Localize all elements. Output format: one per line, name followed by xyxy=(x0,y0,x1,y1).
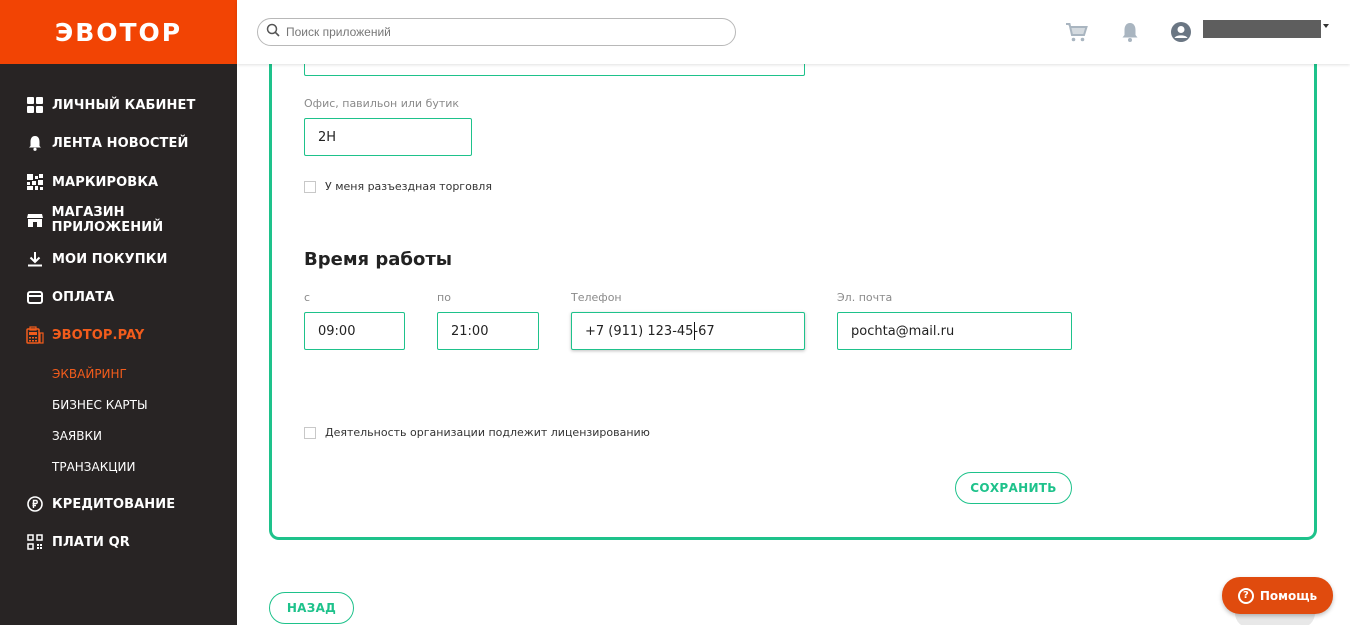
sidebar-item-credit[interactable]: КРЕДИТОВАНИЕ xyxy=(26,493,175,515)
mobile-trade-label: У меня разъездная торговля xyxy=(325,180,492,193)
email-field[interactable]: pochta@mail.ru xyxy=(837,312,1072,350)
office-field[interactable]: 2Н xyxy=(304,118,472,156)
store-icon xyxy=(26,211,44,229)
sidebar-item-marking[interactable]: МАРКИРОВКА xyxy=(26,171,158,193)
email-value: pochta@mail.ru xyxy=(851,323,955,339)
pay-terminal-icon xyxy=(26,326,44,344)
cart-icon[interactable] xyxy=(1065,20,1089,44)
ruble-icon xyxy=(26,495,44,513)
checkbox-box[interactable] xyxy=(304,426,316,439)
from-time-field[interactable]: 09:00 xyxy=(304,312,405,350)
notifications-bell-icon[interactable] xyxy=(1118,20,1142,44)
search-input[interactable] xyxy=(286,25,716,39)
logo-text: ЭВОТОР xyxy=(54,17,183,47)
office-label: Офис, павильон или бутик xyxy=(304,97,460,110)
work-hours-title: Время работы xyxy=(304,249,453,270)
office-value: 2Н xyxy=(318,129,337,145)
sidebar-item-label: МАРКИРОВКА xyxy=(52,174,159,190)
sidebar-item-pay-qr[interactable]: ПЛАТИ QR xyxy=(26,531,130,553)
help-button[interactable]: ? Помощь xyxy=(1222,577,1333,614)
logo[interactable]: ЭВОТОР xyxy=(0,0,237,64)
sidebar-item-payment[interactable]: ОПЛАТА xyxy=(26,286,114,308)
sidebar-subitem-requests[interactable]: ЗАЯВКИ xyxy=(52,429,102,443)
to-time-value: 21:00 xyxy=(451,323,489,339)
mobile-trade-checkbox[interactable]: У меня разъездная торговля xyxy=(304,180,492,193)
sidebar-item-label: ЛЕНТА НОВОСТЕЙ xyxy=(52,135,189,151)
from-time-value: 09:00 xyxy=(318,323,356,339)
search-bar[interactable] xyxy=(257,18,736,46)
sidebar-subitem-acquiring[interactable]: ЭКВАЙРИНГ xyxy=(52,367,127,381)
checkbox-box[interactable] xyxy=(304,180,316,193)
email-label: Эл. почта xyxy=(837,291,893,304)
user-avatar-icon[interactable] xyxy=(1169,20,1193,44)
sidebar-item-label: ЛИЧНЫЙ КАБИНЕТ xyxy=(52,97,196,113)
to-label: по xyxy=(437,291,451,304)
save-button[interactable]: СОХРАНИТЬ xyxy=(955,472,1072,504)
sidebar-subitem-transactions[interactable]: ТРАНЗАКЦИИ xyxy=(52,460,136,474)
address-form-card xyxy=(269,40,1317,540)
license-checkbox[interactable]: Деятельность организации подлежит лиценз… xyxy=(304,426,650,439)
license-label: Деятельность организации подлежит лиценз… xyxy=(325,426,650,439)
sidebar-item-dashboard[interactable]: ЛИЧНЫЙ КАБИНЕТ xyxy=(26,94,195,116)
card-icon xyxy=(26,288,44,306)
download-icon xyxy=(26,250,44,268)
qr-icon xyxy=(26,533,44,551)
sidebar-item-label: КРЕДИТОВАНИЕ xyxy=(52,496,176,512)
sidebar-item-purchases[interactable]: МОИ ПОКУПКИ xyxy=(26,248,167,270)
sidebar-item-evotor-pay[interactable]: ЭВОТОР.PAY xyxy=(26,324,144,346)
sidebar-item-label: МОИ ПОКУПКИ xyxy=(52,251,168,267)
phone-label: Телефон xyxy=(571,291,622,304)
sidebar-item-store[interactable]: МАГАЗИН ПРИЛОЖЕНИЙ xyxy=(26,205,237,235)
user-name-redacted[interactable] xyxy=(1203,20,1321,38)
back-label: НАЗАД xyxy=(286,601,337,615)
sidebar-item-label: ОПЛАТА xyxy=(52,289,115,305)
sidebar-subitem-business-cards[interactable]: БИЗНЕС КАРТЫ xyxy=(52,398,148,412)
sidebar-item-label: МАГАЗИН ПРИЛОЖЕНИЙ xyxy=(51,205,164,235)
marking-icon xyxy=(26,173,44,191)
from-label: с xyxy=(304,291,311,304)
dashboard-icon xyxy=(26,96,44,114)
top-header xyxy=(237,0,1350,64)
sidebar-item-label: ЭВОТОР.PAY xyxy=(52,327,145,343)
sidebar: ЭВОТОР ЛИЧНЫЙ КАБИНЕТ ЛЕНТА НОВОСТЕЙ МАР… xyxy=(0,0,237,625)
phone-field[interactable]: +7 (911) 123-45-67 xyxy=(571,312,805,350)
search-icon xyxy=(266,23,280,42)
bell-icon xyxy=(26,134,44,152)
back-button[interactable]: НАЗАД xyxy=(269,592,354,624)
chevron-down-icon[interactable] xyxy=(1323,24,1329,28)
save-label: СОХРАНИТЬ xyxy=(970,481,1057,495)
help-icon: ? xyxy=(1237,587,1254,604)
to-time-field[interactable]: 21:00 xyxy=(437,312,539,350)
text-cursor xyxy=(694,322,695,340)
sidebar-item-news[interactable]: ЛЕНТА НОВОСТЕЙ xyxy=(26,132,188,154)
phone-value: +7 (911) 123-45-67 xyxy=(585,323,715,339)
help-label: Помощь xyxy=(1259,588,1318,603)
sidebar-item-label: ПЛАТИ QR xyxy=(52,534,130,550)
